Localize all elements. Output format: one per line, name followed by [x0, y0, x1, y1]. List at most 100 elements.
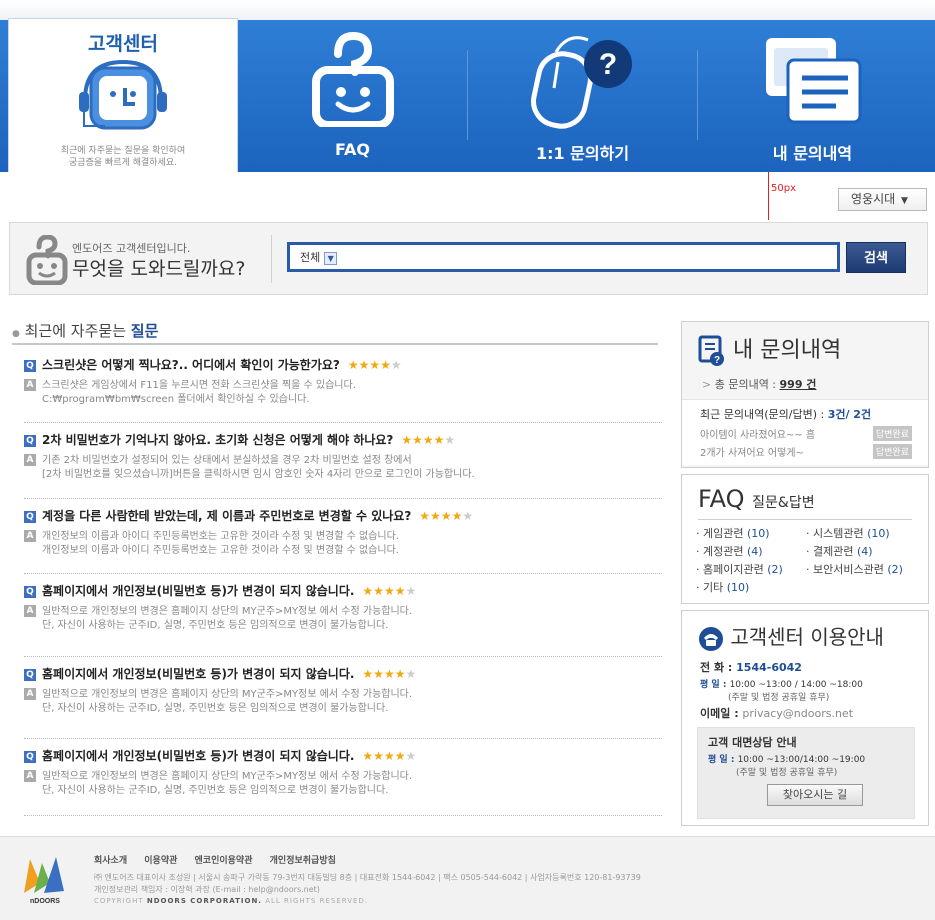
- svg-text:?: ?: [714, 355, 720, 366]
- footer-address: ㈜ 엔도어즈 대표이사 조성원 | 서울시 송파구 가락동 79-3번지 대동빌…: [94, 873, 641, 894]
- faq-category-link[interactable]: · 게임관련 (10): [696, 525, 770, 541]
- faq-question[interactable]: Q 홈페이지에서 개인정보(비밀번호 등)가 변경이 되지 않습니다. ★★★★★: [24, 582, 662, 600]
- status-badge: 답변완료: [872, 426, 912, 441]
- tab-inquiry[interactable]: ? 1:1 문의하기: [468, 20, 697, 172]
- answer-mark-icon: A: [24, 454, 36, 466]
- rating-stars: ★★★★★: [362, 667, 417, 681]
- search-input[interactable]: 전체 ▼: [287, 242, 840, 272]
- weekday-hours: 평 일 : 10:00 ~13:00 / 14:00 ~18:00: [700, 680, 863, 690]
- search-category-select[interactable]: 전체 ▼: [300, 249, 338, 265]
- faq-category-link[interactable]: · 기타 (10): [696, 579, 749, 595]
- question-mark-icon: Q: [24, 750, 36, 763]
- rating-stars: ★★★★★: [362, 749, 417, 763]
- search-category-value: 전체: [300, 251, 321, 264]
- weekday-note: (주말 및 법정 공휴일 휴무): [728, 693, 830, 703]
- faq-box-title: FAQ 질문&답변: [698, 485, 815, 513]
- faq-category-link[interactable]: · 결제관련 (4): [806, 543, 873, 559]
- divider: [271, 235, 272, 283]
- divider: [698, 519, 912, 520]
- search-question: 무엇을 도와드릴까요?: [72, 258, 246, 280]
- server-select-value: 영웅시대: [851, 192, 896, 206]
- documents-icon: [765, 38, 861, 124]
- question-mark-icon: Q: [24, 585, 36, 598]
- faq-item[interactable]: Q 2차 비밀번호가 기억나지 않아요. 초기화 신청은 어떻게 해야 하나요? ★…: [24, 431, 662, 499]
- my-inquiries-total-link[interactable]: 999 건: [780, 378, 817, 391]
- footer-link-privacy[interactable]: 개인정보취급방침: [270, 856, 336, 866]
- nav-home-desc: 최근에 자주묻는 질문을 확인하여 궁금증을 빠르게 해결하세요.: [60, 146, 186, 168]
- search-button[interactable]: 검색: [846, 242, 906, 273]
- faq-heading: ● 최근에 자주묻는 질문: [12, 322, 159, 340]
- answer-mark-icon: A: [24, 605, 36, 617]
- svg-text:?: ?: [598, 48, 616, 81]
- recent-inquiries: 최근 문의내역(문의/답변) : 3건/ 2건 아이템이 사라졌어요~~ 흠 답…: [682, 399, 928, 465]
- footer-copyright: COPYRIGHT NDOORS CORPORATION. ALL RIGHTS…: [94, 897, 369, 905]
- tab-inquiry-label: 1:1 문의하기: [535, 144, 630, 163]
- nav-home-title: 고객센터: [88, 33, 158, 55]
- mouse-question-icon: ?: [530, 36, 632, 129]
- email-info: 이메일 : privacy@ndoors.net: [700, 707, 854, 720]
- answer-mark-icon: A: [24, 379, 36, 391]
- faq-item[interactable]: Q 스크린샷은 어떻게 찍나요?.. 어디에서 확인이 가능한가요? ★★★★★ A 스…: [24, 356, 662, 423]
- divider: [12, 343, 658, 345]
- my-inquiries-title: ? 내 문의내역: [698, 332, 841, 367]
- faq-category-link[interactable]: · 보안서비스관련 (2): [806, 561, 903, 577]
- footer-links: 회사소개 이용약관 엔코인이용약관 개인정보취급방침: [94, 853, 350, 866]
- visit-title: 고객 대면상담 안내: [708, 736, 797, 749]
- my-inquiries-total: > 총 문의내역 : 999 건: [702, 378, 817, 391]
- recent-inquiry-item[interactable]: 2개가 사져어요 어떻게~ 답변완료: [700, 444, 912, 459]
- question-mark-icon: Q: [24, 510, 36, 523]
- tab-faq[interactable]: FAQ: [238, 20, 467, 172]
- rating-stars: ★★★★★: [362, 584, 417, 598]
- footer-link-terms[interactable]: 이용약관: [144, 856, 177, 866]
- question-mark-icon: Q: [24, 359, 36, 372]
- ndoors-logo: nDOORS: [24, 857, 64, 905]
- faq-categories-box: FAQ 질문&답변 · 게임관련 (10) · 시스템관련 (10) · 계정관련 …: [681, 474, 929, 604]
- faq-answer: A 개인정보의 이름과 아이디 주민등록번호는 고유한 것이라 수정 및 변경할 …: [24, 530, 662, 558]
- document-question-icon: ?: [698, 335, 724, 366]
- question-mark-icon: Q: [24, 434, 36, 447]
- robot-question-icon: [26, 235, 68, 285]
- recent-inquiries-summary: 최근 문의내역(문의/답변) : 3건/ 2건: [700, 408, 872, 421]
- answer-mark-icon: A: [24, 688, 36, 700]
- server-select[interactable]: 영웅시대 ▼: [838, 188, 927, 211]
- directions-button[interactable]: 찾아오시는 길: [767, 784, 863, 806]
- faq-item[interactable]: Q 홈페이지에서 개인정보(비밀번호 등)가 변경이 되지 않습니다. ★★★★★ A…: [24, 582, 662, 657]
- footer: nDOORS 회사소개 이용약관 엔코인이용약관 개인정보취급방침 ㈜ 엔도어즈…: [0, 836, 935, 920]
- faq-question[interactable]: Q 계정을 다른 사람한테 받았는데, 제 이름과 주민번호로 변경할 수 있나요…: [24, 507, 662, 525]
- tab-faq-label: FAQ: [334, 140, 371, 159]
- tab-my-inquiries-label: 내 문의내역: [772, 144, 853, 163]
- recent-inquiry-item[interactable]: 아이템이 사라졌어요~~ 흠 답변완료: [700, 426, 912, 441]
- rating-stars: ★★★★★: [401, 433, 456, 447]
- footer-link-ncoin-terms[interactable]: 엔코인이용약관: [195, 856, 253, 866]
- tab-my-inquiries[interactable]: 내 문의내역: [698, 20, 927, 172]
- phone-icon: [699, 626, 723, 651]
- rating-stars: ★★★★★: [419, 509, 474, 523]
- faq-answer: A 일반적으로 개인정보의 변경은 홈페이지 상단의 MY군주>MY정보 에서 수…: [24, 605, 662, 633]
- nav-home-tab[interactable]: 고객센터 최근에 자주묻는 질문을 확인하여 궁금증을 빠르게 해결하세요.: [8, 18, 238, 172]
- faq-answer: A 일반적으로 개인정보의 변경은 홈페이지 상단의 MY군주>MY정보 에서 수…: [24, 688, 662, 716]
- visit-hours: 평 일 : 10:00 ~13:00/14:00 ~19:00: [708, 755, 866, 765]
- faq-answer: A 스크린샷은 게임상에서 F11을 누르시면 전화 스크린샷을 찍을 수 있습니…: [24, 379, 662, 407]
- faq-category-link[interactable]: · 계정관련 (4): [696, 543, 763, 559]
- faq-item[interactable]: Q 계정을 다른 사람한테 받았는데, 제 이름과 주민번호로 변경할 수 있나요…: [24, 507, 662, 574]
- question-mark-icon: Q: [24, 668, 36, 681]
- faq-category-link[interactable]: · 홈페이지관련 (2): [696, 561, 783, 577]
- faq-question[interactable]: Q 스크린샷은 어떻게 찍나요?.. 어디에서 확인이 가능한가요? ★★★★★: [24, 356, 662, 374]
- faq-item[interactable]: Q 홈페이지에서 개인정보(비밀번호 등)가 변경이 되지 않습니다. ★★★★★ A…: [24, 665, 662, 739]
- faq-question[interactable]: Q 홈페이지에서 개인정보(비밀번호 등)가 변경이 되지 않습니다. ★★★★★: [24, 747, 662, 765]
- faq-question[interactable]: Q 홈페이지에서 개인정보(비밀번호 등)가 변경이 되지 않습니다. ★★★★★: [24, 665, 662, 683]
- guide-label: 50px: [771, 183, 796, 194]
- faq-question[interactable]: Q 2차 비밀번호가 기억나지 않아요. 초기화 신청은 어떻게 해야 하나요? ★…: [24, 431, 662, 449]
- footer-link-company[interactable]: 회사소개: [94, 856, 127, 866]
- service-info-box: 고객센터 이용안내 전 화 : 1544-6042 평 일 : 10:00 ~1…: [681, 610, 929, 826]
- service-info-title: 고객센터 이용안내: [698, 621, 884, 652]
- faq-category-link[interactable]: · 시스템관련 (10): [806, 525, 890, 541]
- headset-robot-icon: [79, 59, 167, 130]
- status-badge: 답변완료: [872, 444, 912, 459]
- rating-stars: ★★★★★: [347, 358, 402, 372]
- answer-mark-icon: A: [24, 770, 36, 782]
- email-link[interactable]: privacy@ndoors.net: [742, 707, 853, 720]
- phone-info: 전 화 : 1544-6042: [700, 661, 802, 674]
- chevron-down-icon: ▼: [324, 251, 338, 265]
- faq-item[interactable]: Q 홈페이지에서 개인정보(비밀번호 등)가 변경이 되지 않습니다. ★★★★★ A…: [24, 747, 662, 816]
